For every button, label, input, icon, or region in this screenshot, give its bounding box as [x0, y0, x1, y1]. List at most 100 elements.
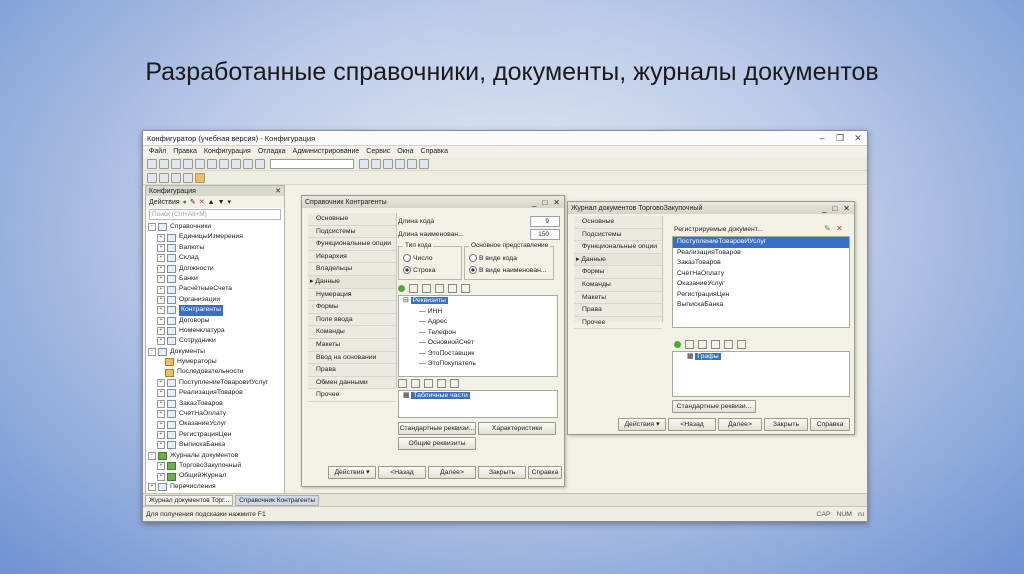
- bookmark-icon[interactable]: [383, 158, 393, 169]
- close-icon[interactable]: ✕: [843, 204, 850, 213]
- sort-icon[interactable]: [737, 340, 746, 349]
- tree-item[interactable]: + РеализацияТоваров: [148, 388, 284, 398]
- nav-item[interactable]: Прочее: [308, 389, 396, 402]
- save-icon[interactable]: [171, 158, 181, 169]
- tree-item[interactable]: + ОбщийЖурнал: [148, 471, 284, 481]
- redo-icon[interactable]: [243, 158, 253, 169]
- minimize-icon[interactable]: _: [532, 198, 536, 207]
- journal-next-button[interactable]: Далее>: [718, 418, 762, 431]
- add-icon[interactable]: ●: [183, 199, 187, 206]
- edit-icon[interactable]: ✎: [824, 224, 831, 233]
- tree-item[interactable]: + Контрагенты: [148, 305, 284, 316]
- registered-document-item[interactable]: РеализацияТоваров: [673, 248, 849, 259]
- move-up-icon[interactable]: ▲: [208, 199, 215, 206]
- cut-icon[interactable]: [183, 158, 193, 169]
- nav-item[interactable]: Команды: [308, 326, 396, 339]
- expand-icon[interactable]: −: [148, 347, 156, 356]
- tree-item[interactable]: + ЗаказТоваров: [148, 399, 284, 409]
- repr-code-radio[interactable]: В виде кода: [469, 254, 517, 262]
- expand-icon[interactable]: +: [157, 410, 165, 419]
- tree-item[interactable]: + ВыпискаБанка: [148, 440, 284, 450]
- registered-document-item[interactable]: СчётНаОплату: [673, 269, 849, 280]
- tree-item[interactable]: + Договоры: [148, 316, 284, 326]
- nav-item[interactable]: Прочее: [574, 317, 662, 330]
- columns-root[interactable]: ▦ Графы: [673, 352, 849, 363]
- tabular-parts-root[interactable]: ▦ Табличные части: [399, 391, 557, 402]
- expand-icon[interactable]: +: [157, 327, 165, 336]
- attribute-item[interactable]: — ЭтоПокупатель: [399, 359, 557, 370]
- tree-item[interactable]: + Банки: [148, 274, 284, 284]
- journal-back-button[interactable]: <Назад: [668, 418, 716, 431]
- delete-icon[interactable]: [698, 340, 707, 349]
- nav-item[interactable]: Макеты: [574, 292, 662, 305]
- move-down-icon[interactable]: [724, 340, 733, 349]
- tree-search-input[interactable]: Поиск (Ctrl+Alt+M): [149, 209, 281, 220]
- menu-item[interactable]: Отладка: [258, 148, 286, 155]
- config-tree-icon[interactable]: [147, 172, 157, 183]
- nav-item[interactable]: Подсистемы: [308, 226, 396, 239]
- registered-document-item[interactable]: РегистрацияЦен: [673, 290, 849, 301]
- expand-icon[interactable]: +: [157, 264, 165, 273]
- nav-item[interactable]: Функциональные опции: [574, 241, 662, 254]
- undo-icon[interactable]: [231, 158, 241, 169]
- tree-item[interactable]: + Валюты: [148, 243, 284, 253]
- move-down-icon[interactable]: [450, 379, 459, 388]
- journal-help-button[interactable]: Справка: [810, 418, 850, 431]
- launch-icon[interactable]: [195, 172, 205, 183]
- back-button[interactable]: <Назад: [378, 466, 426, 479]
- maximize-icon[interactable]: ❐: [831, 133, 849, 144]
- tree-item[interactable]: + ТорговоЗакупочный: [148, 461, 284, 471]
- debug-icon[interactable]: [395, 158, 405, 169]
- expand-icon[interactable]: +: [157, 233, 165, 242]
- expand-icon[interactable]: +: [157, 243, 165, 252]
- tree-item[interactable]: + РегистрацияЦен: [148, 430, 284, 440]
- maximize-icon[interactable]: □: [542, 198, 547, 207]
- common-attributes-button[interactable]: Общие реквизиты: [398, 437, 476, 450]
- nav-item[interactable]: Функциональные опции: [308, 238, 396, 251]
- tree-item[interactable]: + Организации: [148, 295, 284, 305]
- paste-icon[interactable]: [207, 158, 217, 169]
- open-icon[interactable]: [159, 158, 169, 169]
- expand-icon[interactable]: +: [157, 389, 165, 398]
- move-up-icon[interactable]: [435, 284, 444, 293]
- delete-icon[interactable]: [422, 284, 431, 293]
- tree-item[interactable]: Нумераторы: [148, 357, 284, 367]
- delete-icon[interactable]: [424, 379, 433, 388]
- characteristics-button[interactable]: Характеристики: [478, 422, 556, 435]
- edit-icon[interactable]: [411, 379, 420, 388]
- help-icon[interactable]: [419, 158, 429, 169]
- tree-item[interactable]: + РасчётныеСчета: [148, 284, 284, 294]
- close-icon[interactable]: ✕: [553, 198, 560, 207]
- edit-icon[interactable]: [409, 284, 418, 293]
- print-icon[interactable]: [219, 158, 229, 169]
- close-icon[interactable]: ✕: [849, 133, 867, 144]
- attribute-item[interactable]: — Телефон: [399, 328, 557, 339]
- nav-item[interactable]: Формы: [574, 266, 662, 279]
- attributes-root[interactable]: ⊟ Реквизиты: [399, 296, 557, 307]
- expand-icon[interactable]: +: [157, 254, 165, 263]
- add-icon[interactable]: [398, 285, 405, 292]
- search-next-icon[interactable]: [359, 158, 369, 169]
- code-type-string-radio[interactable]: Строка: [403, 266, 436, 274]
- close-icon[interactable]: ✕: [275, 187, 281, 195]
- delete-icon[interactable]: ✕: [199, 198, 205, 206]
- expand-icon[interactable]: +: [157, 295, 165, 304]
- menu-item[interactable]: Правка: [173, 148, 197, 155]
- code-type-number-radio[interactable]: Число: [403, 254, 433, 262]
- tree-item[interactable]: + СчётНаОплату: [148, 409, 284, 419]
- expand-icon[interactable]: +: [157, 431, 165, 439]
- attribute-item[interactable]: — Адрес: [399, 317, 557, 328]
- expand-icon[interactable]: +: [157, 420, 165, 429]
- menu-item[interactable]: Администрирование: [293, 148, 360, 155]
- nav-item[interactable]: Основные: [308, 213, 396, 226]
- expand-icon[interactable]: +: [157, 441, 165, 450]
- tree-item[interactable]: − Справочники: [148, 222, 284, 232]
- tree-item[interactable]: + Склад: [148, 253, 284, 263]
- nav-item[interactable]: ▸ Данные: [308, 275, 396, 289]
- tree-item[interactable]: + Номенклатура: [148, 326, 284, 336]
- tree-item[interactable]: + ОказаниеУслуг: [148, 419, 284, 429]
- attribute-item[interactable]: — ЭтоПоставщик: [399, 349, 557, 360]
- attribute-item[interactable]: — ИНН: [399, 307, 557, 318]
- move-down-icon[interactable]: ▼: [218, 199, 225, 206]
- tree-item[interactable]: + Перечисления: [148, 482, 284, 492]
